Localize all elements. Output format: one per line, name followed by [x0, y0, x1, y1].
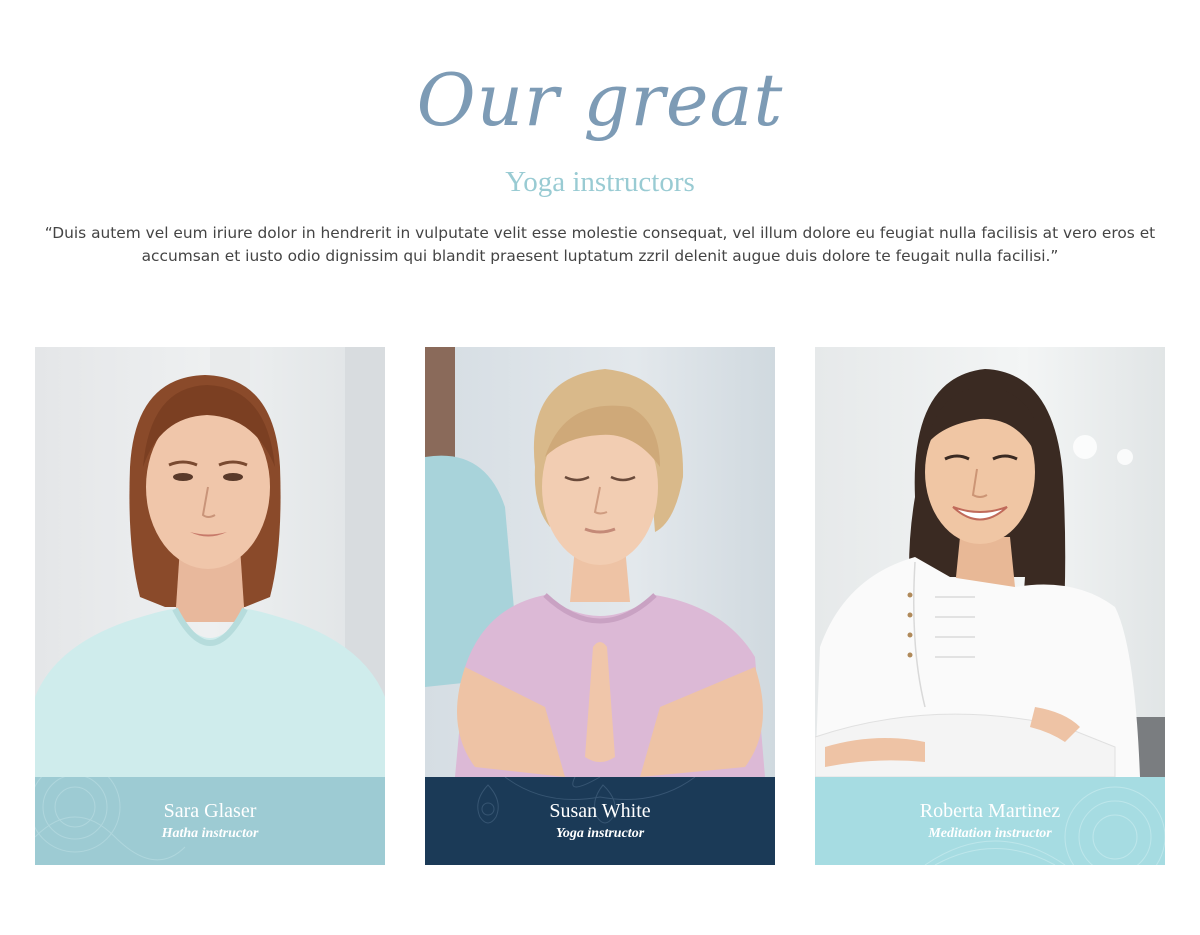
section-title-script: Our great [416, 58, 784, 142]
instructor-caption: Roberta Martinez Meditation instructor [815, 777, 1165, 865]
instructor-photo [425, 347, 775, 777]
intro-quote: “Duis autem vel eum iriure dolor in hend… [44, 224, 1156, 265]
instructor-role: Meditation instructor [928, 826, 1052, 841]
instructor-card-sara-glaser[interactable]: Sara Glaser Hatha instructor [35, 347, 385, 865]
instructor-role: Hatha instructor [161, 826, 259, 841]
instructor-photo [35, 347, 385, 777]
instructor-name: Roberta Martinez [919, 800, 1061, 822]
instructor-name: Sara Glaser [163, 800, 257, 822]
instructor-photo [815, 347, 1165, 777]
instructor-name: Susan White [549, 800, 651, 822]
instructor-caption: Sara Glaser Hatha instructor [35, 777, 385, 865]
section-subtitle: Yoga instructors [505, 166, 695, 198]
instructor-cards: Sara Glaser Hatha instructor Susan White… [35, 347, 1165, 865]
instructor-card-roberta-martinez[interactable]: Roberta Martinez Meditation instructor [815, 347, 1165, 865]
instructor-role: Yoga instructor [555, 826, 645, 841]
instructor-caption: Susan White Yoga instructor [425, 777, 775, 865]
instructor-card-susan-white[interactable]: Susan White Yoga instructor [425, 347, 775, 865]
